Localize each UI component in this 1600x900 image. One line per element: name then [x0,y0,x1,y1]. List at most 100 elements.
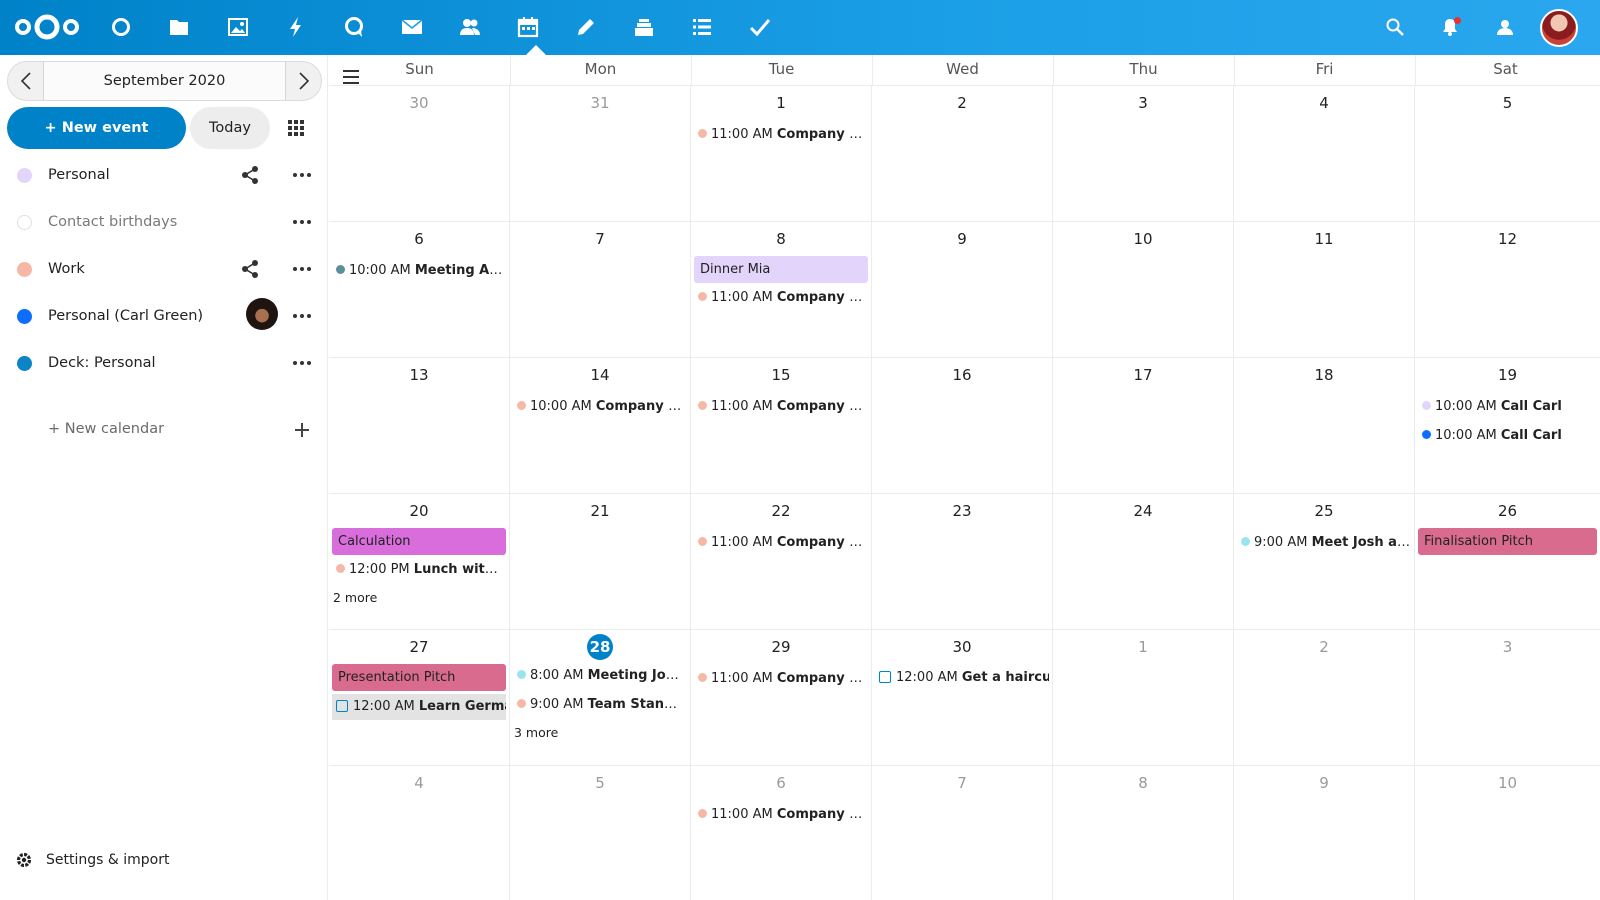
day-cell[interactable]: 3 [1415,630,1600,766]
month-picker[interactable]: September 2020 [44,62,285,100]
day-cell[interactable]: 31 [510,86,691,222]
day-number[interactable]: 9 [1234,774,1414,792]
day-number[interactable]: 8 [691,230,871,248]
day-number[interactable]: 2 [872,94,1052,112]
day-number[interactable]: 13 [329,366,509,384]
dashboard-app-icon[interactable] [104,10,138,44]
day-cell[interactable]: 5 [1415,86,1600,222]
day-cell[interactable]: 7 [872,766,1053,900]
day-number[interactable]: 23 [872,502,1052,520]
day-cell[interactable]: 30 12:00 AM Get a haircut [872,630,1053,766]
day-number[interactable]: 22 [691,502,871,520]
day-cell[interactable]: 9 [1234,766,1415,900]
day-cell[interactable]: 11 [1234,222,1415,358]
day-number[interactable]: 29 [691,638,871,656]
day-number[interactable]: 8 [1053,774,1233,792]
notifications-bell-icon[interactable] [1435,12,1465,42]
day-cell[interactable]: 8 [1053,766,1234,900]
gear-icon[interactable] [15,851,33,869]
event-item[interactable]: 11:00 AM Company call [698,805,867,825]
day-cell[interactable]: 8 Dinner Mia 11:00 AM Company call [691,222,872,358]
day-number[interactable]: 10 [1053,230,1233,248]
day-cell[interactable]: 6 11:00 AM Company call [691,766,872,900]
day-cell[interactable]: 21 [510,494,691,630]
day-cell[interactable]: 4 [1234,86,1415,222]
day-cell[interactable]: 2 [872,86,1053,222]
new-calendar-button[interactable]: + New calendar [48,419,164,439]
day-cell[interactable]: 13 [329,358,510,494]
user-avatar[interactable] [1540,9,1578,47]
more-events-link[interactable]: 2 more [333,589,377,607]
day-cell[interactable]: 22 11:00 AM Company call [691,494,872,630]
day-number[interactable]: 6 [691,774,871,792]
day-cell[interactable]: 3 [1053,86,1234,222]
tasks-app-icon[interactable] [685,10,719,44]
next-month-button[interactable] [285,62,321,100]
search-icon[interactable] [1380,12,1410,42]
day-cell[interactable]: 10 [1415,766,1600,900]
today-day-number[interactable]: 28 [510,634,690,660]
day-cell[interactable]: 2 [1234,630,1415,766]
day-cell[interactable]: 29 11:00 AM Company call [691,630,872,766]
all-day-event-bar[interactable]: Finalisation Pitch [1418,528,1597,555]
checkbox-icon[interactable] [879,671,891,683]
event-item[interactable]: 12:00 PM Lunch with m... [336,560,505,580]
day-cell[interactable]: 30 [329,86,510,222]
day-cell[interactable]: 1 11:00 AM Company call [691,86,872,222]
day-number[interactable]: 5 [1415,94,1600,112]
day-number[interactable]: 21 [510,502,690,520]
day-number[interactable]: 17 [1053,366,1233,384]
day-number[interactable]: 31 [510,94,690,112]
day-cell[interactable]: 24 [1053,494,1234,630]
day-cell[interactable]: 1 [1053,630,1234,766]
checkmark-app-icon[interactable] [743,10,777,44]
mail-app-icon[interactable] [395,10,429,44]
day-number[interactable]: 7 [510,230,690,248]
share-icon[interactable] [240,259,260,279]
view-switcher-grid-icon[interactable] [283,115,309,141]
day-number[interactable]: 3 [1053,94,1233,112]
plus-icon[interactable] [293,421,311,439]
calendar-item-deck-personal[interactable]: Deck: Personal [0,341,328,385]
event-item[interactable]: 11:00 AM Company call [698,125,867,145]
calendar-color-dot[interactable] [17,356,32,371]
event-item[interactable]: 10:00 AM Meeting Anna [336,261,505,281]
day-cell[interactable]: 27 Presentation Pitch 12:00 AM Learn Ger… [329,630,510,766]
more-options-icon[interactable] [291,353,313,373]
day-number[interactable]: 11 [1234,230,1414,248]
day-number[interactable]: 12 [1415,230,1600,248]
calendar-color-dot[interactable] [17,262,32,277]
day-cell[interactable]: 4 [329,766,510,900]
new-event-button[interactable]: + New event [7,107,186,149]
all-day-event-bar[interactable]: Dinner Mia [694,256,868,283]
event-item[interactable]: 11:00 AM Company call [698,397,867,417]
day-cell[interactable]: 20 Calculation 12:00 PM Lunch with m... … [329,494,510,630]
day-number[interactable]: 16 [872,366,1052,384]
day-number[interactable]: 1 [691,94,871,112]
talk-app-icon[interactable] [337,10,371,44]
calendar-color-dot[interactable] [17,309,32,324]
event-item[interactable]: 11:00 AM Company call [698,288,867,308]
day-cell[interactable]: 5 [510,766,691,900]
previous-month-button[interactable] [8,62,44,100]
contacts-menu-icon[interactable] [1490,12,1520,42]
day-cell[interactable]: 10 [1053,222,1234,358]
day-cell[interactable]: 15 11:00 AM Company call [691,358,872,494]
notes-app-icon[interactable] [569,10,603,44]
event-item[interactable]: 10:00 AM Call Carl [1422,426,1596,446]
day-number[interactable]: 2 [1234,638,1414,656]
more-options-icon[interactable] [291,259,313,279]
event-item[interactable]: 9:00 AM Team Stand UP [517,695,686,715]
nextcloud-logo-icon[interactable] [12,11,82,43]
day-cell[interactable]: 9 [872,222,1053,358]
day-number[interactable]: 6 [329,230,509,248]
day-number[interactable]: 4 [1234,94,1414,112]
event-item[interactable]: 11:00 AM Company call [698,669,867,689]
calendar-color-dot[interactable] [17,168,32,183]
day-number[interactable]: 7 [872,774,1052,792]
day-number[interactable]: 14 [510,366,690,384]
day-number[interactable]: 4 [329,774,509,792]
more-options-icon[interactable] [291,306,313,326]
event-item[interactable]: 10:00 AM Company Sta... [517,397,686,417]
today-button[interactable]: Today [190,107,270,149]
